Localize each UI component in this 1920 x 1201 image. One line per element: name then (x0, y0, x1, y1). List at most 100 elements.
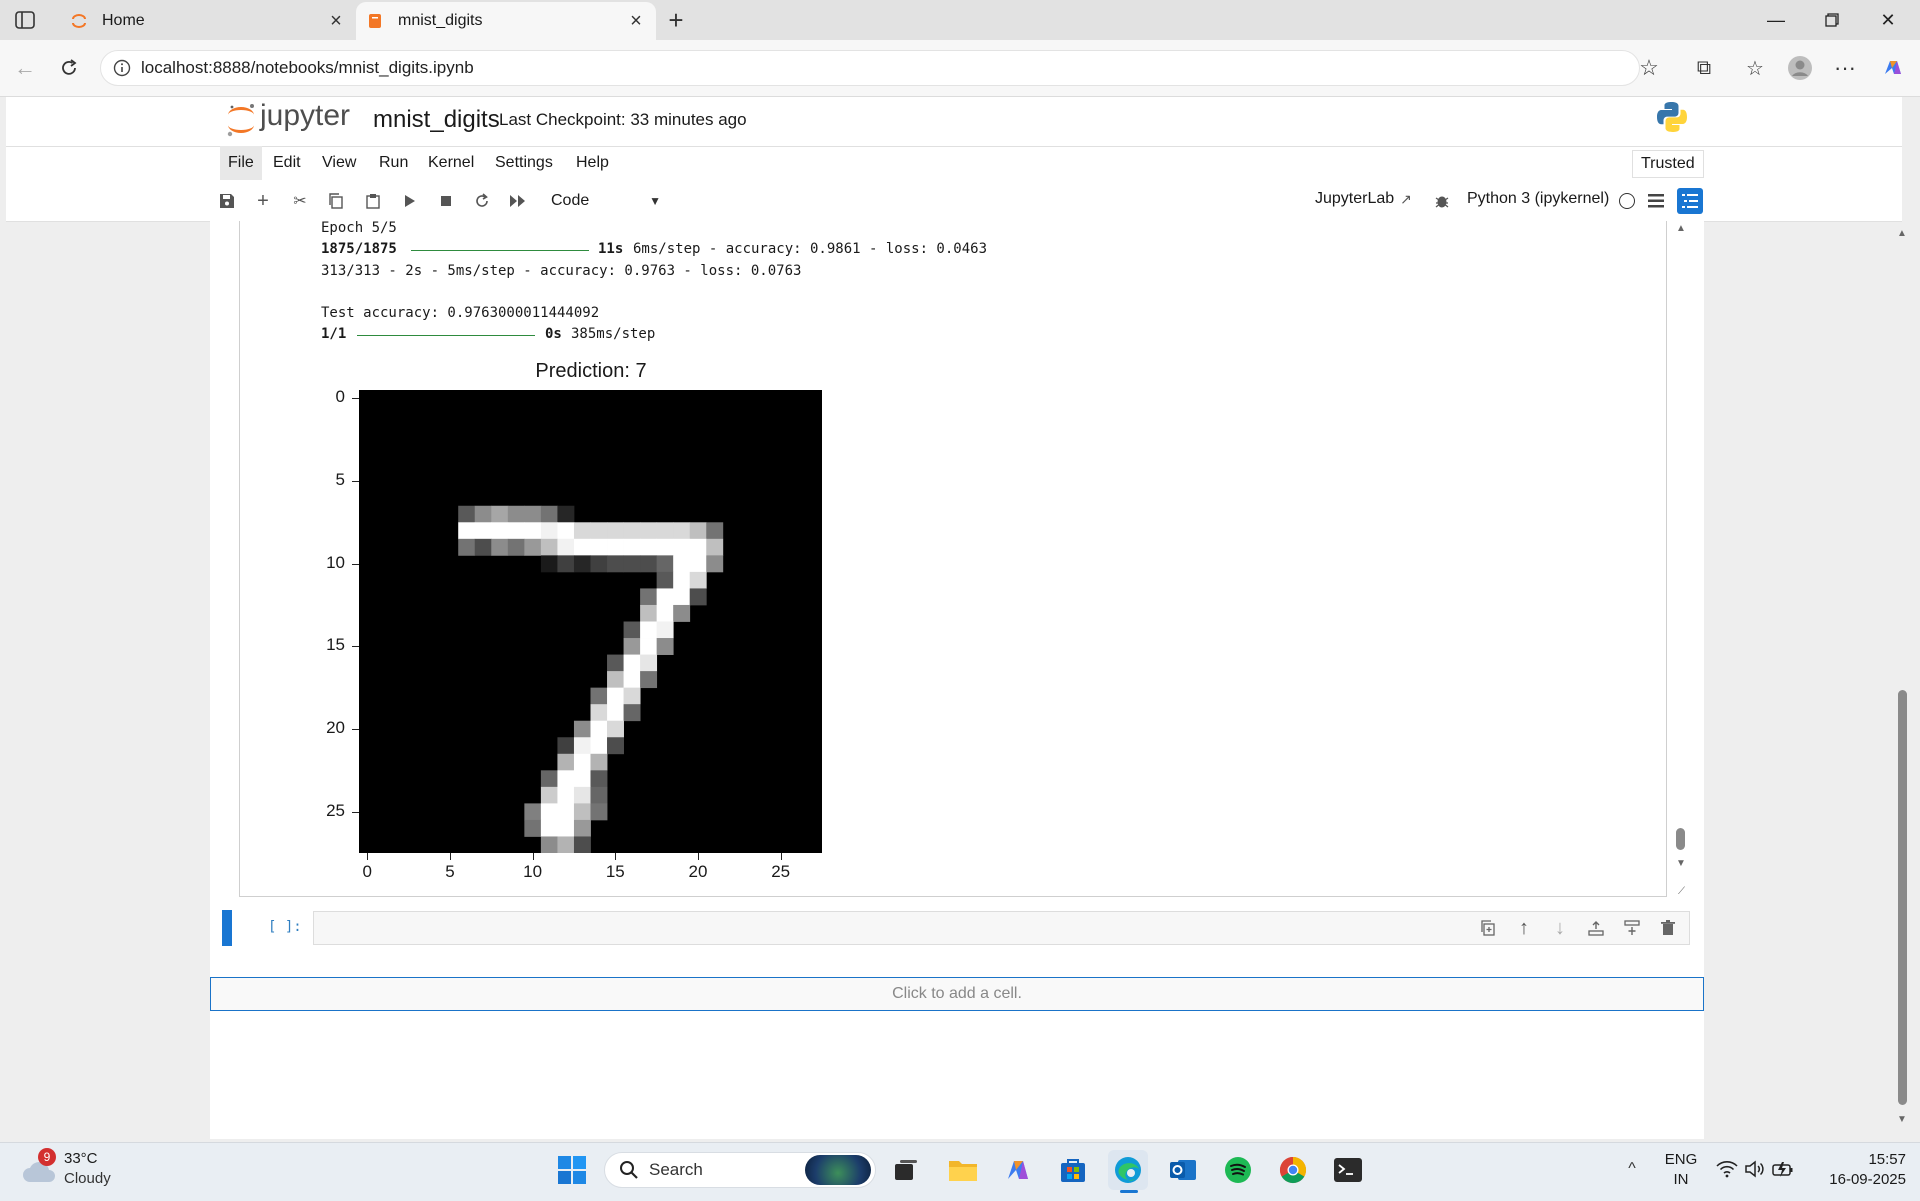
volume-icon[interactable] (1744, 1160, 1766, 1180)
battery-charging-icon[interactable] (1772, 1160, 1796, 1180)
scroll-down-icon[interactable]: ▼ (1674, 858, 1688, 870)
minimize-icon[interactable]: — (1752, 6, 1800, 34)
heatmap-pixel (458, 522, 476, 540)
menu-settings[interactable]: Settings (487, 146, 561, 180)
profile-avatar-icon[interactable] (1784, 52, 1816, 84)
move-up-icon[interactable]: ↑ (1509, 913, 1539, 943)
duplicate-cell-icon[interactable] (1473, 913, 1503, 943)
resize-handle-icon[interactable]: ⟋ (1678, 886, 1688, 897)
terminal-icon[interactable] (1328, 1150, 1368, 1190)
heatmap-pixel (491, 538, 509, 556)
delete-cell-icon[interactable] (1653, 913, 1683, 943)
jupyterlab-link[interactable]: JupyterLab ↗ (1315, 190, 1412, 208)
cell-type-select[interactable]: Code ▼ (551, 186, 661, 216)
stop-icon[interactable] (431, 186, 461, 216)
menu-file[interactable]: File (220, 146, 262, 180)
scroll-up-icon[interactable]: ▲ (1674, 223, 1688, 235)
address-bar[interactable]: localhost:8888/notebooks/mnist_digits.ip… (100, 50, 1640, 86)
restart-run-all-icon[interactable] (503, 186, 533, 216)
chrome-icon[interactable] (1273, 1150, 1313, 1190)
heatmap-pixel (573, 786, 591, 804)
heatmap-pixel (673, 538, 691, 556)
task-view-icon[interactable] (886, 1150, 926, 1190)
heatmap-pixel (540, 538, 558, 556)
kernel-name[interactable]: Python 3 (ipykernel) (1467, 190, 1609, 208)
language-indicator[interactable]: ENG IN (1662, 1150, 1700, 1190)
microsoft-store-icon[interactable] (1053, 1150, 1093, 1190)
trusted-indicator[interactable]: Trusted (1632, 150, 1704, 178)
output-scrollbar-thumb[interactable] (1676, 828, 1685, 850)
weather-widget[interactable]: 9 33°C Cloudy (22, 1148, 142, 1194)
heatmap-pixel (573, 753, 591, 771)
outlook-icon[interactable] (1163, 1150, 1203, 1190)
site-info-icon[interactable] (113, 59, 131, 77)
favorites-icon[interactable]: ☆ (1739, 52, 1771, 84)
more-options-icon[interactable]: ··· (1829, 52, 1861, 84)
heatmap-pixel (706, 522, 724, 540)
run-icon[interactable] (395, 186, 425, 216)
taskbar-search-box[interactable]: Search (604, 1152, 876, 1188)
hamburger-menu-icon[interactable] (1641, 186, 1671, 216)
back-icon[interactable]: ← (9, 52, 41, 84)
heatmap-pixel (557, 753, 575, 771)
x-tick-mark (697, 853, 699, 860)
heatmap-pixel (689, 538, 707, 556)
copilot-app-icon[interactable] (998, 1150, 1038, 1190)
file-explorer-icon[interactable] (943, 1150, 983, 1190)
new-tab-icon[interactable]: + (662, 5, 690, 35)
jupyter-logo-icon[interactable] (224, 100, 258, 138)
save-icon[interactable] (212, 186, 242, 216)
tab-home[interactable]: Home × (60, 2, 356, 40)
page-scrollbar-thumb[interactable] (1898, 690, 1907, 1105)
restart-kernel-icon[interactable] (467, 186, 497, 216)
heatmap-pixel (524, 803, 542, 821)
spotify-icon[interactable] (1218, 1150, 1258, 1190)
heatmap-pixel (656, 621, 674, 639)
page-scroll-down-icon[interactable]: ▼ (1897, 1114, 1907, 1126)
system-clock[interactable]: 15:57 16-09-2025 (1806, 1150, 1906, 1190)
windows-start-icon[interactable] (552, 1150, 592, 1190)
tab-actions-icon[interactable] (12, 8, 38, 32)
move-down-icon[interactable]: ↓ (1545, 913, 1575, 943)
menu-view[interactable]: View (314, 146, 364, 180)
active-cell-marker (222, 910, 232, 946)
wifi-icon[interactable] (1716, 1160, 1738, 1180)
edge-browser-icon[interactable] (1108, 1150, 1148, 1190)
close-icon[interactable]: × (326, 10, 346, 33)
copy-icon[interactable] (321, 186, 351, 216)
x-tick-label: 25 (771, 862, 791, 881)
heatmap-pixel (640, 604, 658, 622)
heatmap-pixel (540, 819, 558, 837)
refresh-icon[interactable] (53, 52, 85, 84)
heatmap-pixel (507, 505, 525, 523)
heatmap-pixel (640, 522, 658, 540)
tab-mnist-digits[interactable]: mnist_digits × (356, 2, 656, 40)
insert-above-icon[interactable] (1581, 913, 1611, 943)
close-icon[interactable]: × (626, 10, 646, 33)
insert-below-icon[interactable] (1617, 913, 1647, 943)
menu-help[interactable]: Help (568, 146, 617, 180)
page-scroll-up-icon[interactable]: ▲ (1897, 228, 1907, 240)
x-tick-label: 0 (362, 862, 372, 881)
cell-type-value: Code (551, 192, 590, 209)
window-close-icon[interactable]: ✕ (1864, 6, 1912, 34)
favorite-star-icon[interactable]: ☆ (1633, 52, 1665, 84)
heatmap-pixel (474, 538, 492, 556)
extensions-icon[interactable]: ⧉ (1688, 52, 1720, 84)
copilot-icon[interactable] (1877, 52, 1909, 84)
insert-cell-icon[interactable]: + (248, 186, 278, 216)
output-predict-rate: 385ms/step (571, 326, 656, 342)
paste-icon[interactable] (358, 186, 388, 216)
debugger-icon[interactable] (1427, 186, 1457, 216)
restore-icon[interactable] (1808, 6, 1856, 34)
menu-run[interactable]: Run (371, 146, 416, 180)
heatmap-pixel (573, 803, 591, 821)
menu-edit[interactable]: Edit (265, 146, 309, 180)
cut-icon[interactable]: ✂ (285, 186, 315, 216)
x-tick-mark (367, 853, 369, 860)
add-cell-button[interactable]: Click to add a cell. (210, 977, 1704, 1011)
menu-kernel[interactable]: Kernel (420, 146, 482, 180)
notebook-title[interactable]: mnist_digits (373, 106, 500, 134)
table-of-contents-icon[interactable] (1677, 188, 1703, 214)
chevron-up-icon[interactable]: ^ (1622, 1160, 1642, 1180)
